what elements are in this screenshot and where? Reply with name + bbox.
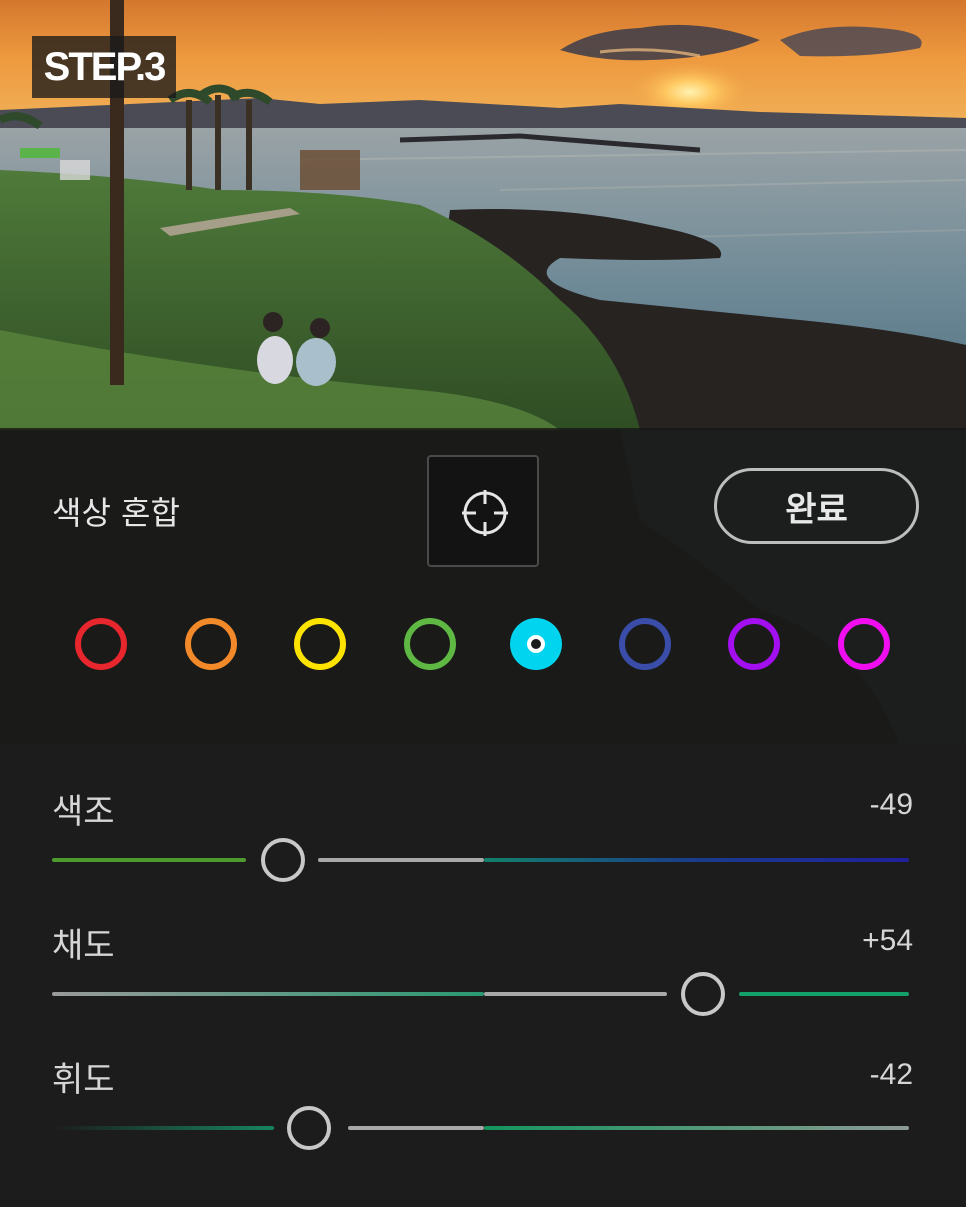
luminance-label: 휘도 [52, 1060, 115, 1100]
color-swatch-orange[interactable] [185, 618, 237, 670]
hue-slider-thumb[interactable] [261, 838, 306, 882]
hue-value: -49 [869, 788, 913, 821]
hue-slider-track[interactable] [52, 858, 909, 862]
selected-indicator [527, 635, 545, 653]
color-swatch-red[interactable] [75, 618, 127, 670]
luminance-slider-track[interactable] [52, 1126, 909, 1130]
step-badge: STEP.3 [32, 36, 176, 98]
luminance-value: -42 [869, 1058, 913, 1091]
saturation-slider-thumb[interactable] [681, 972, 726, 1016]
color-swatch-purple[interactable] [728, 618, 780, 670]
color-swatch-blue[interactable] [619, 618, 671, 670]
panel-title: 색상 혼합 [52, 494, 180, 532]
luminance-slider-thumb[interactable] [287, 1106, 332, 1150]
color-swatch-yellow[interactable] [294, 618, 346, 670]
saturation-value: +54 [862, 924, 913, 957]
hue-label: 색조 [52, 792, 115, 832]
color-swatch-magenta[interactable] [838, 618, 890, 670]
target-crosshair-icon [462, 490, 508, 536]
color-swatch-aqua[interactable] [510, 618, 562, 670]
color-swatch-green[interactable] [404, 618, 456, 670]
saturation-slider-track[interactable] [52, 992, 909, 996]
saturation-label: 채도 [52, 926, 115, 966]
done-button[interactable]: 완료 [714, 468, 919, 544]
target-adjust-button[interactable] [427, 455, 539, 567]
